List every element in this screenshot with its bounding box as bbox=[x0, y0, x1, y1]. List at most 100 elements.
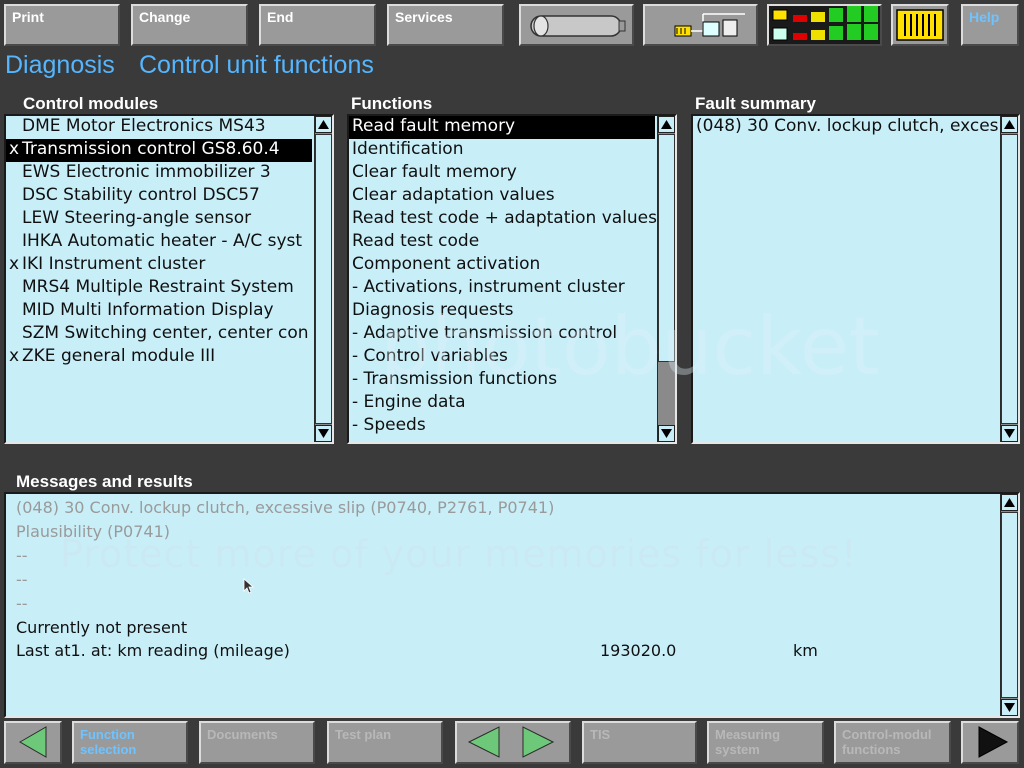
arrow-left-icon bbox=[18, 726, 47, 758]
function-item[interactable]: Read test code + adaptation values bbox=[349, 208, 657, 231]
control-module-label: IKI Instrument cluster bbox=[22, 254, 206, 274]
services-label: Services bbox=[395, 9, 453, 25]
scrollbar-thumb[interactable] bbox=[315, 134, 332, 424]
test-plan-button[interactable]: Test plan bbox=[327, 721, 443, 764]
print-button[interactable]: Print bbox=[4, 4, 120, 46]
help-button[interactable]: Help bbox=[961, 4, 1019, 46]
function-item[interactable]: - Engine data bbox=[349, 392, 655, 415]
measuring-system-label: Measuring system bbox=[715, 727, 781, 757]
battery-status-button[interactable] bbox=[519, 4, 634, 46]
change-button[interactable]: Change bbox=[131, 4, 248, 46]
arrow-left-right-icon bbox=[467, 726, 555, 758]
selection-mark: x bbox=[9, 139, 20, 159]
control-module-label: SZM Switching center, center con bbox=[22, 323, 309, 343]
control-module-label: LEW Steering-angle sensor bbox=[22, 208, 252, 228]
interface-module-button[interactable] bbox=[891, 4, 949, 46]
control-module-item[interactable]: EWS Electronic immobilizer 3 bbox=[6, 162, 312, 185]
function-item[interactable]: Read fault memory bbox=[349, 116, 655, 139]
control-module-item[interactable]: DME Motor Electronics MS43 bbox=[6, 116, 312, 139]
control-module-item[interactable]: IHKA Automatic heater - A/C syst bbox=[6, 231, 312, 254]
control-modules-scrollbar[interactable] bbox=[314, 116, 332, 442]
scroll-down-arrow-icon[interactable] bbox=[1001, 699, 1018, 716]
messages-header: Messages and results bbox=[16, 472, 193, 491]
control-module-item[interactable]: x IKI Instrument cluster bbox=[6, 254, 312, 277]
change-label: Change bbox=[139, 9, 191, 25]
control-module-item[interactable]: LEW Steering-angle sensor bbox=[6, 208, 312, 231]
signal-level-indicator bbox=[767, 4, 882, 46]
back-button[interactable] bbox=[4, 721, 62, 764]
mileage-value: 193020.0 bbox=[600, 641, 677, 660]
control-module-label: DME Motor Electronics MS43 bbox=[22, 116, 266, 136]
end-button[interactable]: End bbox=[259, 4, 376, 46]
functions-list: Read fault memory Identification Clear fau… bbox=[347, 114, 677, 444]
arrow-right-icon bbox=[978, 726, 1009, 758]
scroll-up-arrow-icon[interactable] bbox=[1001, 494, 1018, 511]
messages-panel: (048) 30 Conv. lockup clutch, excessive … bbox=[4, 492, 1020, 718]
fault-item[interactable]: (048) 30 Conv. lockup clutch, excess bbox=[693, 116, 998, 139]
function-item[interactable]: - Speeds bbox=[349, 415, 655, 438]
scroll-down-arrow-icon[interactable] bbox=[315, 425, 332, 442]
forward-button[interactable] bbox=[961, 721, 1019, 764]
scroll-up-arrow-icon[interactable] bbox=[315, 116, 332, 133]
control-module-label: EWS Electronic immobilizer 3 bbox=[22, 162, 271, 182]
navigation-arrows-button[interactable] bbox=[455, 721, 571, 764]
help-label: Help bbox=[969, 9, 1000, 25]
selection-mark: x bbox=[9, 254, 20, 274]
tis-label: TIS bbox=[590, 727, 611, 742]
watermark-logo: photobucket bbox=[380, 300, 881, 393]
message-line: -- bbox=[16, 594, 28, 613]
control-module-item[interactable]: MID Multi Information Display bbox=[6, 300, 312, 323]
page-title-section: Control unit functions bbox=[139, 51, 374, 79]
end-label: End bbox=[267, 9, 294, 25]
control-module-functions-button[interactable]: Control-modul functions bbox=[834, 721, 951, 764]
tis-button[interactable]: TIS bbox=[582, 721, 697, 764]
scroll-down-arrow-icon[interactable] bbox=[1001, 425, 1018, 442]
control-module-label: MID Multi Information Display bbox=[22, 300, 274, 320]
scrollbar-thumb[interactable] bbox=[1001, 512, 1018, 698]
measuring-system-button[interactable]: Measuring system bbox=[707, 721, 824, 764]
function-item[interactable]: - Activations, instrument cluster bbox=[349, 277, 655, 300]
connection-status-button[interactable] bbox=[643, 4, 758, 46]
chip-icon bbox=[896, 9, 944, 41]
control-module-item[interactable]: SZM Switching center, center con bbox=[6, 323, 312, 346]
function-selection-label: Function selection bbox=[80, 727, 137, 757]
control-module-label: DSC Stability control DSC57 bbox=[22, 185, 260, 205]
function-item[interactable]: Identification bbox=[349, 139, 655, 162]
function-item[interactable]: Clear fault memory bbox=[349, 162, 655, 185]
print-label: Print bbox=[12, 9, 44, 25]
scroll-up-arrow-icon[interactable] bbox=[1001, 116, 1018, 133]
scrollbar-thumb[interactable] bbox=[1001, 134, 1018, 424]
function-selection-button[interactable]: Function selection bbox=[72, 721, 188, 764]
scroll-up-arrow-icon[interactable] bbox=[658, 116, 675, 133]
control-modules-header: Control modules bbox=[23, 94, 159, 113]
control-module-item[interactable]: x Transmission control GS8.60.4 bbox=[6, 139, 312, 162]
control-module-item[interactable]: MRS4 Multiple Restraint System bbox=[6, 277, 312, 300]
control-module-label: ZKE general module III bbox=[22, 346, 216, 366]
message-line: -- bbox=[16, 546, 28, 565]
fault-summary-header: Fault summary bbox=[695, 94, 816, 113]
signal-bars-icon bbox=[772, 6, 878, 41]
test-plan-label: Test plan bbox=[335, 727, 392, 742]
documents-button[interactable]: Documents bbox=[199, 721, 315, 764]
network-connection-icon bbox=[674, 13, 745, 37]
control-module-label: IHKA Automatic heater - A/C syst bbox=[22, 231, 303, 251]
services-button[interactable]: Services bbox=[387, 4, 504, 46]
message-line: Currently not present bbox=[16, 618, 188, 637]
control-module-label: Transmission control GS8.60.4 bbox=[22, 139, 280, 159]
messages-scrollbar[interactable] bbox=[1000, 494, 1018, 716]
function-item[interactable]: Clear adaptation values bbox=[349, 185, 655, 208]
control-module-item[interactable]: x ZKE general module III bbox=[6, 346, 312, 369]
control-module-item[interactable]: DSC Stability control DSC57 bbox=[6, 185, 312, 208]
function-item[interactable]: Read test code bbox=[349, 231, 655, 254]
documents-label: Documents bbox=[207, 727, 278, 742]
fault-summary-scrollbar[interactable] bbox=[1000, 116, 1018, 442]
functions-scrollbar[interactable] bbox=[657, 116, 675, 442]
mileage-label: Last at1. at: km reading (mileage) bbox=[16, 641, 290, 660]
watermark-text: Protect more of your memories for less! bbox=[60, 532, 858, 576]
page-title-diagnosis: Diagnosis bbox=[5, 51, 115, 79]
function-item[interactable]: Component activation bbox=[349, 254, 655, 277]
fault-summary-list: (048) 30 Conv. lockup clutch, excess bbox=[691, 114, 1020, 444]
control-module-label: MRS4 Multiple Restraint System bbox=[22, 277, 294, 297]
scroll-down-arrow-icon[interactable] bbox=[658, 425, 675, 442]
message-line: -- bbox=[16, 570, 28, 589]
